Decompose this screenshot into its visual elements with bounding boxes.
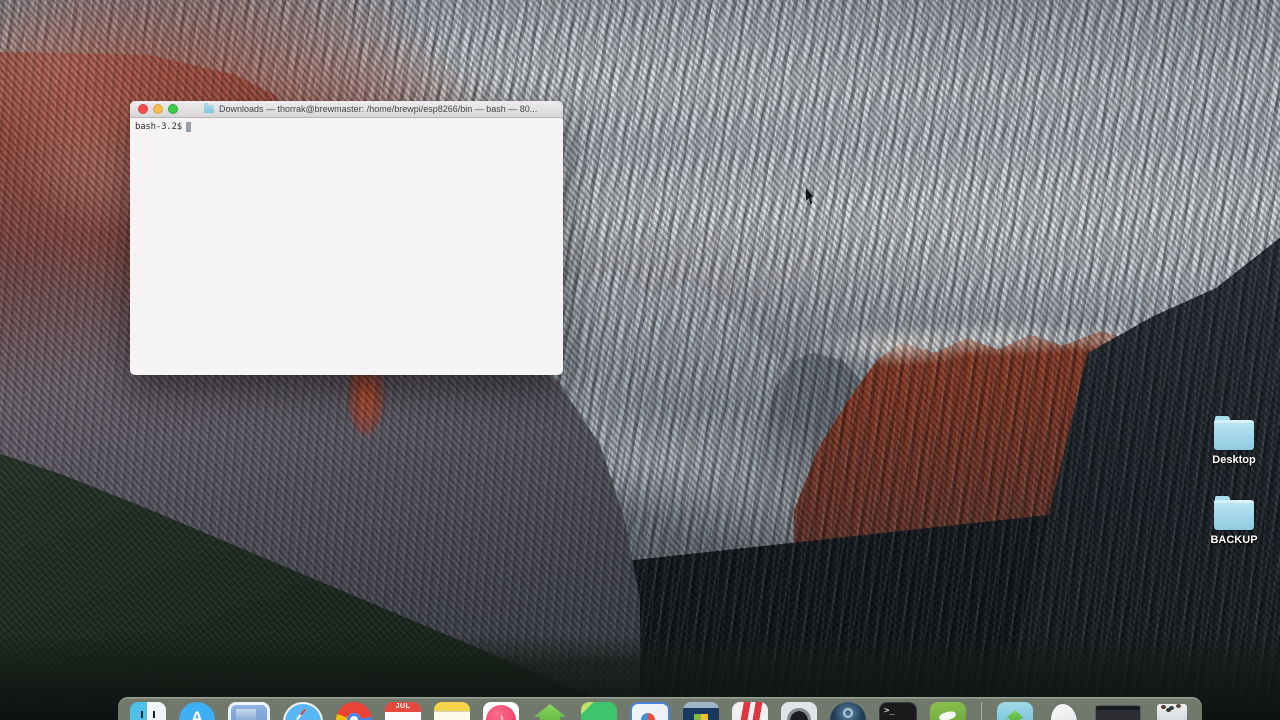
- terminal-content[interactable]: bash-3.2$: [130, 118, 563, 136]
- shell-prompt: bash-3.2$: [135, 122, 182, 132]
- terminal-window[interactable]: Downloads — thorrak@brewmaster: /home/br…: [130, 101, 563, 375]
- dock-stack-documents[interactable]: [1046, 702, 1082, 720]
- dock-icon-safari[interactable]: [283, 702, 323, 720]
- dock-icon-itunes[interactable]: ♪: [483, 702, 519, 720]
- dock-icon-steam[interactable]: [830, 702, 866, 720]
- dock-icon-chrome[interactable]: [336, 702, 372, 720]
- dock-icon-green-app[interactable]: PO: [581, 702, 617, 720]
- dock-icon-windows-vm[interactable]: [683, 702, 719, 720]
- desktop[interactable]: Downloads — thorrak@brewmaster: /home/br…: [0, 0, 1280, 720]
- dock-divider: [981, 702, 982, 720]
- minimize-button[interactable]: [153, 104, 163, 114]
- window-controls: [138, 104, 178, 114]
- desktop-folder-desktop[interactable]: Desktop: [1199, 416, 1269, 466]
- folder-label: Desktop: [1212, 454, 1256, 466]
- terminal-prompt-icon: >_: [884, 706, 895, 716]
- dock-icon-dark-emblem-app[interactable]: [781, 702, 817, 720]
- dock-icon-trash[interactable]: [1157, 704, 1187, 720]
- dock-icon-finder[interactable]: [130, 702, 166, 720]
- dock-icon-vm-window[interactable]: [630, 702, 670, 720]
- dock-icon-terminal[interactable]: >_: [879, 702, 917, 720]
- terminal-cursor: [185, 122, 191, 132]
- home-icon: [534, 704, 566, 720]
- app-store-letter: A: [190, 708, 204, 720]
- dock-icon-notes[interactable]: [434, 702, 470, 720]
- dock: A JUL ♪ PO >_: [118, 697, 1202, 720]
- calendar-month-label: JUL: [395, 703, 411, 710]
- close-button[interactable]: [138, 104, 148, 114]
- folder-label: BACKUP: [1210, 534, 1258, 546]
- dock-icon-green-field-app[interactable]: [930, 702, 966, 720]
- window-title: Downloads — thorrak@brewmaster: /home/br…: [219, 104, 538, 114]
- vm-logo-icon: [641, 713, 655, 720]
- dock-icon-calendar[interactable]: JUL: [385, 702, 421, 720]
- document-icon: [1051, 704, 1077, 720]
- zoom-button[interactable]: [168, 104, 178, 114]
- dock-stack-home[interactable]: [997, 702, 1033, 720]
- terminal-titlebar[interactable]: Downloads — thorrak@brewmaster: /home/br…: [130, 101, 563, 118]
- dock-icon-mail[interactable]: [228, 702, 270, 720]
- dock-icon-home-app[interactable]: [532, 702, 568, 720]
- desktop-folder-backup[interactable]: BACKUP: [1199, 496, 1269, 546]
- dock-icon-parallels[interactable]: [732, 702, 768, 720]
- music-note-icon: ♪: [497, 710, 505, 720]
- dock-icon-app-store[interactable]: A: [179, 702, 215, 720]
- folder-icon[interactable]: [1214, 496, 1254, 530]
- home-icon: [1006, 710, 1024, 720]
- dock-minimized-window[interactable]: [1095, 705, 1141, 720]
- proxy-folder-icon[interactable]: [204, 103, 214, 113]
- windows-logo-icon: [694, 714, 708, 720]
- folder-icon[interactable]: [1214, 416, 1254, 450]
